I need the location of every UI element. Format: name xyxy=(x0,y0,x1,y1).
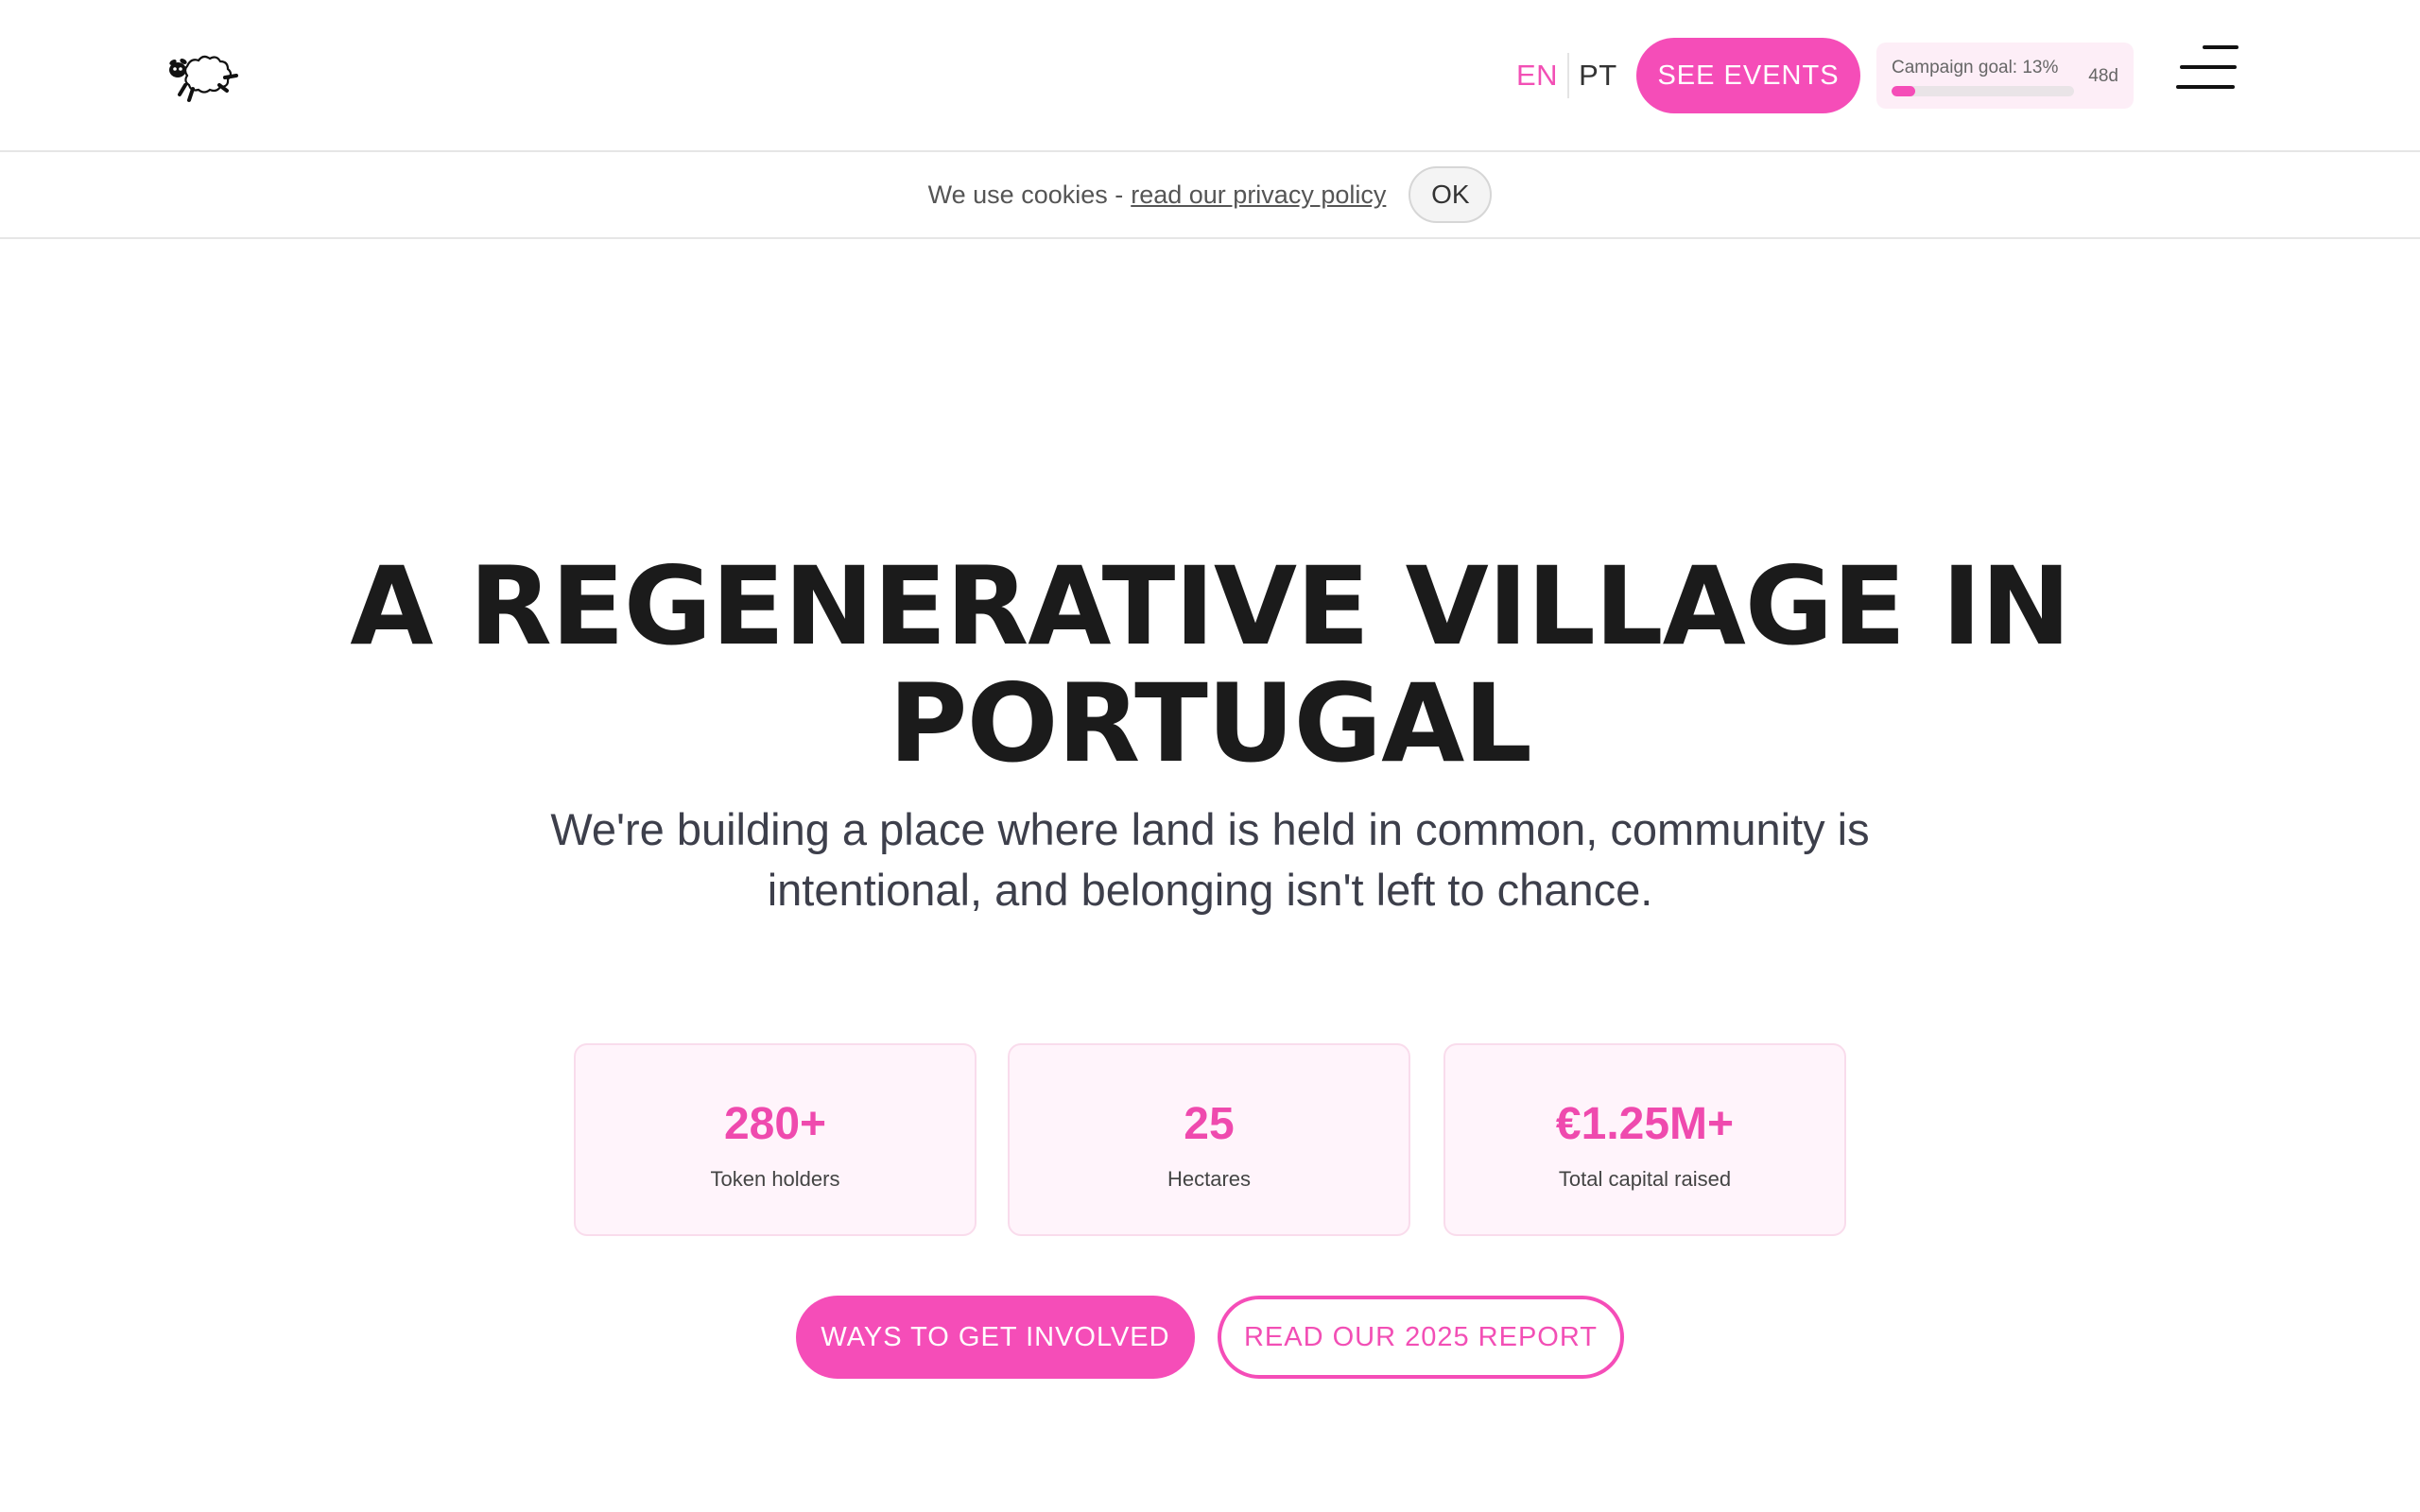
stat-value: 25 xyxy=(1184,1099,1235,1149)
stat-label: Total capital raised xyxy=(1558,1167,1732,1191)
hero-subtitle: We're building a place where land is hel… xyxy=(550,804,1870,915)
stat-card-hectares: 25 Hectares xyxy=(1008,1043,1410,1236)
language-switcher: EN PT xyxy=(1516,51,1617,100)
stat-card-token-holders: 280+ Token holders xyxy=(574,1043,977,1236)
campaign-goal-label: Campaign goal: 13% xyxy=(1892,58,2059,77)
campaign-progress-widget[interactable]: Campaign goal: 13% 48d xyxy=(1876,43,2134,109)
read-report-button[interactable]: READ OUR 2025 REPORT xyxy=(1218,1296,1624,1379)
stat-value: 280+ xyxy=(723,1099,827,1149)
privacy-policy-link[interactable]: read our privacy policy xyxy=(1131,180,1386,210)
stat-label: Token holders xyxy=(710,1167,840,1191)
campaign-progress-fill xyxy=(1892,86,1916,96)
stat-card-capital-raised: €1.25M+ Total capital raised xyxy=(1443,1043,1846,1236)
cookie-notice-text: We use cookies - xyxy=(927,180,1124,209)
hero-title: A REGENERATIVE VILLAGE IN PORTUGAL xyxy=(350,543,2071,786)
cookie-ok-button[interactable]: OK xyxy=(1409,166,1493,223)
stat-label: Hectares xyxy=(1167,1167,1252,1191)
ways-to-get-involved-button[interactable]: WAYS TO GET INVOLVED xyxy=(796,1296,1195,1379)
campaign-progress-bar xyxy=(1892,86,2074,96)
language-pt[interactable]: PT xyxy=(1569,59,1617,93)
campaign-days-left: 48d xyxy=(2088,66,2118,86)
stats-row: 280+ Token holders 25 Hectares €1.25M+ T… xyxy=(574,1043,1846,1236)
hamburger-menu-icon[interactable] xyxy=(2176,45,2238,93)
see-events-button[interactable]: SEE EVENTS xyxy=(1636,38,1860,113)
language-en[interactable]: EN xyxy=(1516,59,1567,93)
sheep-logo-icon[interactable] xyxy=(164,47,242,106)
cookie-banner: We use cookies - read our privacy policy… xyxy=(0,152,2420,239)
site-header: EN PT SEE EVENTS Campaign goal: 13% 48d xyxy=(0,0,2420,152)
stat-value: €1.25M+ xyxy=(1555,1099,1735,1149)
